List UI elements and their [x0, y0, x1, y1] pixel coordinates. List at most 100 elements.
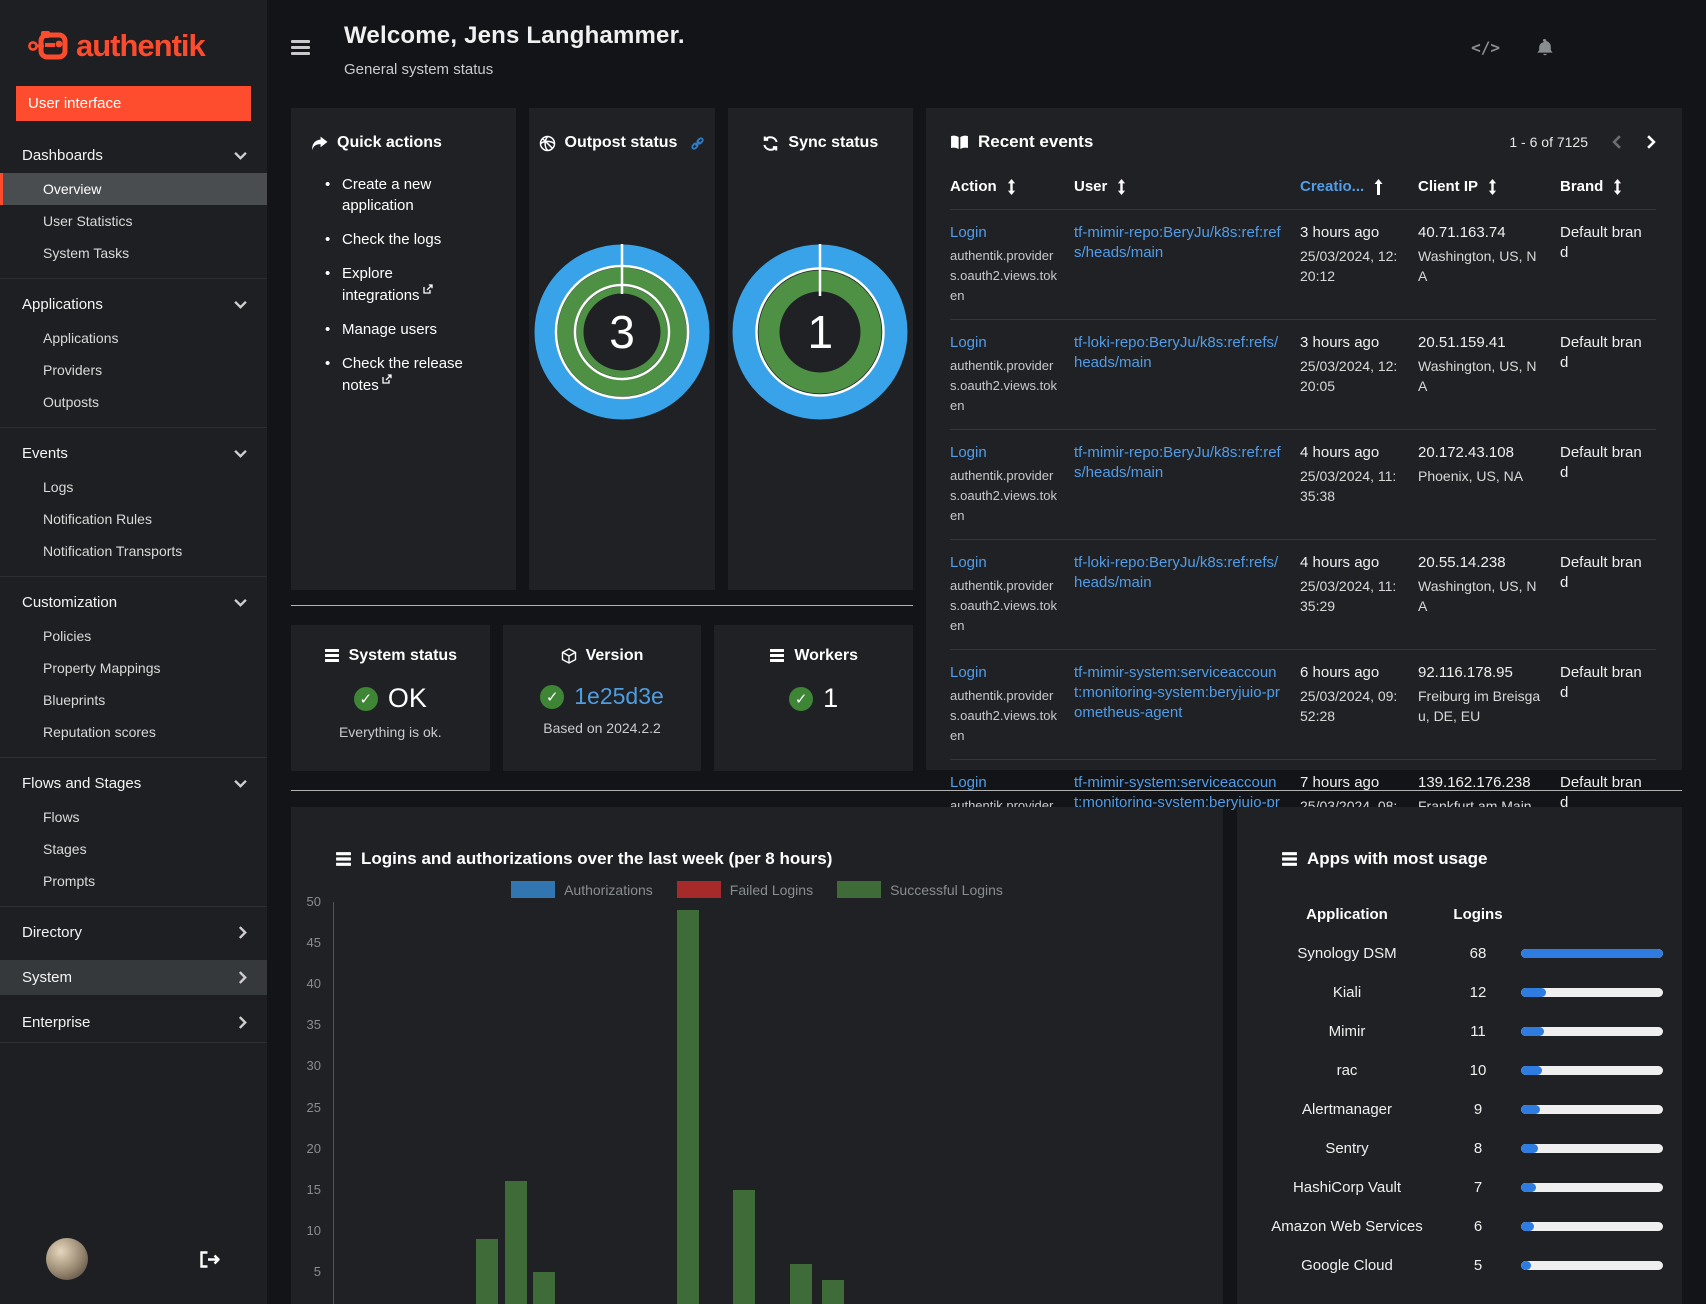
link-icon[interactable] [690, 136, 705, 151]
sidebar-item-property-mappings[interactable]: Property Mappings [0, 652, 267, 684]
apps-usage-row: Sentry 8 [1259, 1129, 1663, 1168]
app-usage-bar [1521, 1261, 1663, 1270]
event-action-link[interactable]: Login [950, 774, 987, 791]
divider [291, 605, 913, 606]
code-icon[interactable]: </> [1471, 38, 1500, 57]
chart-bar [790, 1263, 812, 1304]
quick-action-link[interactable]: Manage users [325, 319, 465, 340]
sidebar-item-flows[interactable]: Flows [0, 801, 267, 833]
event-user-link[interactable]: tf-loki-repo:BeryJu/k8s:ref:refs/heads/m… [1074, 554, 1278, 591]
quick-action-link[interactable]: Explore integrations [325, 263, 465, 306]
event-brand: Default brand [1560, 664, 1642, 701]
sidebar-item-providers[interactable]: Providers [0, 354, 267, 386]
bell-icon[interactable] [1536, 38, 1554, 57]
sort-icon [1612, 178, 1623, 195]
user-interface-button[interactable]: User interface [16, 86, 251, 121]
apps-usage-row: Google Cloud 5 [1259, 1246, 1663, 1285]
event-action-link[interactable]: Login [950, 554, 987, 571]
sidebar-item-system-tasks[interactable]: System Tasks [0, 237, 267, 269]
column-header-action[interactable]: Action [950, 178, 1058, 195]
sidebar-item-notification-transports[interactable]: Notification Transports [0, 535, 267, 567]
sidebar-group-directory: Directory [0, 906, 267, 955]
event-geo: Washington, US, NA [1418, 248, 1537, 284]
sidebar-item-blueprints[interactable]: Blueprints [0, 684, 267, 716]
app-logins: 6 [1473, 1218, 1483, 1235]
page-title: Welcome, Jens Langhammer. [344, 22, 685, 49]
apps-usage-table: Application Logins Synology DSM 68 Kiali 12… [1237, 895, 1682, 1285]
event-action-link[interactable]: Login [950, 664, 987, 681]
chevron-right-icon [238, 1016, 247, 1029]
sidebar-group-header[interactable]: Dashboards [0, 138, 267, 173]
sidebar-group-applications: Applications Applications Providers Outpos… [0, 278, 267, 423]
package-icon [561, 648, 577, 664]
app-name: Alertmanager [1301, 1101, 1393, 1118]
event-geo: Phoenix, US, NA [1418, 468, 1524, 484]
chevron-down-icon [234, 300, 247, 309]
event-user-link[interactable]: tf-mimir-repo:BeryJu/k8s:ref:refs/heads/… [1074, 224, 1281, 261]
pagination-prev-icon[interactable] [1612, 135, 1622, 149]
event-user-link[interactable]: tf-mimir-system:serviceaccount:monitorin… [1074, 664, 1280, 721]
sidebar-item-overview[interactable]: Overview [0, 173, 267, 205]
quick-action-link[interactable]: Check the release notes [325, 353, 465, 396]
column-header-brand[interactable]: Brand [1560, 178, 1646, 195]
chart-bar [476, 1239, 498, 1304]
authentik-logo: authentik [0, 0, 267, 64]
y-axis-tick: 35 [306, 1017, 321, 1033]
hamburger-icon[interactable] [291, 40, 310, 58]
workers-card: Workers ✓ 1 [714, 625, 914, 771]
event-action-link[interactable]: Login [950, 444, 987, 461]
sidebar-item-user-statistics[interactable]: User Statistics [0, 205, 267, 237]
sidebar-item-reputation-scores[interactable]: Reputation scores [0, 716, 267, 748]
sidebar-item-notification-rules[interactable]: Notification Rules [0, 503, 267, 535]
sidebar-item-stages[interactable]: Stages [0, 833, 267, 865]
apps-usage-title: Apps with most usage [1307, 849, 1488, 868]
redo-arrow-icon [311, 136, 328, 151]
sidebar-group-header[interactable]: Applications [0, 287, 267, 322]
outpost-status-title: Outpost status [564, 134, 678, 151]
event-user-link[interactable]: tf-loki-repo:BeryJu/k8s:ref:refs/heads/m… [1074, 334, 1278, 371]
sign-out-icon[interactable] [200, 1250, 220, 1268]
pagination-next-icon[interactable] [1646, 135, 1656, 149]
sidebar-group-header[interactable]: Customization [0, 585, 267, 620]
chevron-down-icon [234, 779, 247, 788]
quick-actions-card: Quick actions Create a new application Ch… [291, 108, 517, 590]
events-table: Action User Creatio... Client IP Brand Login… [950, 178, 1656, 869]
table-row: Login authentik.providers.oauth2.views.to… [950, 319, 1656, 429]
workers-title: Workers [794, 647, 859, 664]
chart-bar [733, 1189, 755, 1304]
sidebar-group-header[interactable]: Directory [0, 915, 267, 950]
sidebar-item-prompts[interactable]: Prompts [0, 865, 267, 897]
event-action-link[interactable]: Login [950, 224, 987, 241]
apps-usage-row: Mimir 11 [1259, 1012, 1663, 1051]
authentik-logo-icon [28, 29, 72, 63]
table-row: Login authentik.providers.oauth2.views.to… [950, 649, 1656, 759]
sidebar-item-applications[interactable]: Applications [0, 322, 267, 354]
external-link-icon [382, 374, 392, 384]
sidebar: authentik User interface Dashboards Over… [0, 0, 267, 1304]
quick-action-link[interactable]: Create a new application [325, 174, 465, 216]
quick-action-link[interactable]: Check the logs [325, 229, 465, 250]
system-status-card: System status ✓ OK Everything is ok. [291, 625, 490, 771]
sidebar-item-logs[interactable]: Logs [0, 471, 267, 503]
event-user-link[interactable]: tf-mimir-repo:BeryJu/k8s:ref:refs/heads/… [1074, 444, 1281, 481]
y-axis-tick: 50 [306, 894, 321, 909]
app-logins: 5 [1473, 1257, 1483, 1274]
sidebar-item-outposts[interactable]: Outposts [0, 386, 267, 418]
avatar[interactable] [46, 1238, 88, 1280]
event-action-link[interactable]: Login [950, 334, 987, 351]
y-axis-tick: 30 [306, 1058, 321, 1074]
column-header-clientip[interactable]: Client IP [1418, 178, 1544, 195]
sidebar-group-header[interactable]: System [0, 960, 267, 995]
event-time-relative: 6 hours ago [1300, 664, 1380, 681]
column-header-user[interactable]: User [1074, 178, 1284, 195]
sidebar-item-policies[interactable]: Policies [0, 620, 267, 652]
sidebar-group-header[interactable]: Events [0, 436, 267, 471]
sync-icon [762, 135, 779, 152]
table-row: Login authentik.providers.oauth2.views.to… [950, 539, 1656, 649]
column-header-creatio[interactable]: Creatio... [1300, 178, 1402, 195]
y-axis-tick: 45 [306, 935, 321, 951]
sidebar-group-header[interactable]: Flows and Stages [0, 766, 267, 801]
sidebar-group-header[interactable]: Enterprise [0, 1005, 267, 1040]
version-value[interactable]: 1e25d3e [574, 683, 664, 710]
sort-icon [1116, 178, 1127, 195]
